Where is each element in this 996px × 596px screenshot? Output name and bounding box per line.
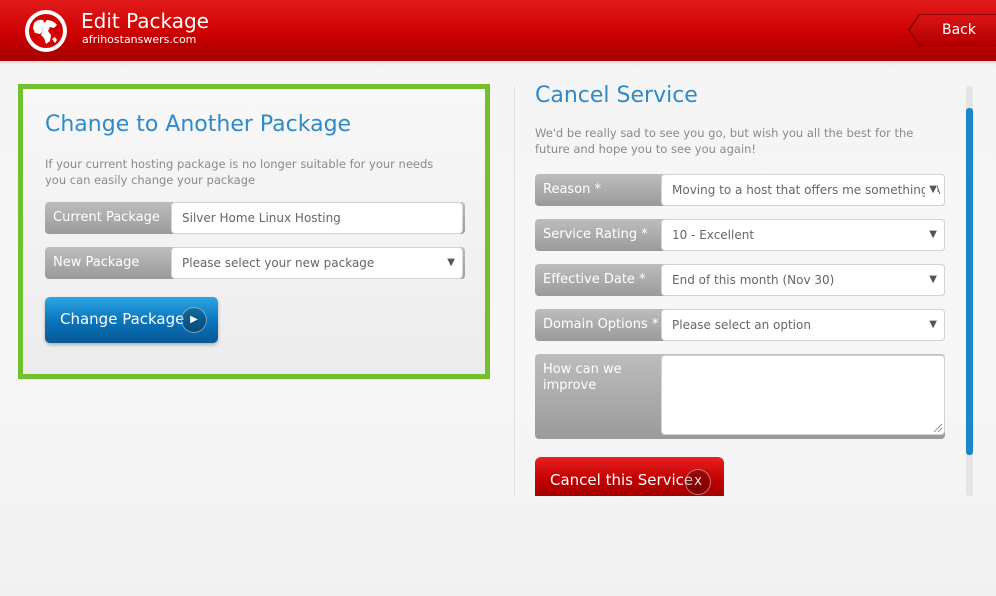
domain-options-label: Domain Options * (543, 317, 659, 332)
reason-row: Reason * Moving to a host that offers me… (535, 174, 945, 206)
header-shadow (0, 61, 996, 65)
chevron-down-icon: ▼ (929, 229, 937, 240)
change-package-description: If your current hosting package is no lo… (45, 157, 434, 187)
effective-date-label: Effective Date * (543, 272, 646, 287)
change-package-panel: Change to Another Package If your curren… (18, 84, 490, 379)
effective-date-select[interactable]: End of this month (Nov 30) ▼ (661, 264, 945, 296)
scrollbar-thumb[interactable] (966, 108, 973, 455)
domain-options-value: Please select an option (672, 318, 811, 332)
globe-icon (25, 10, 67, 52)
cancel-service-description: We'd be really sad to see you go, but wi… (535, 126, 914, 156)
cancel-service-button-label: Cancel this Service (550, 471, 694, 489)
effective-date-row: Effective Date * End of this month (Nov … (535, 264, 945, 296)
chevron-down-icon: ▼ (929, 319, 937, 330)
new-package-placeholder: Please select your new package (182, 256, 375, 270)
page-title: Edit Package (81, 9, 209, 33)
service-rating-row: Service Rating * 10 - Excellent ▼ (535, 219, 945, 251)
current-package-row: Current Package Silver Home Linux Hostin… (45, 202, 465, 234)
change-package-button[interactable]: Change Package ▶ (45, 297, 218, 343)
reason-label: Reason * (543, 182, 602, 197)
close-icon: X (685, 469, 711, 495)
current-package-label: Current Package (53, 210, 160, 225)
panel-divider (514, 86, 515, 496)
cancel-service-button[interactable]: Cancel this Service X (535, 457, 724, 496)
resize-grip-icon[interactable] (934, 424, 942, 432)
chevron-down-icon: ▼ (925, 175, 937, 205)
service-rating-select[interactable]: 10 - Excellent ▼ (661, 219, 945, 251)
play-circle-icon: ▶ (181, 307, 207, 333)
change-package-title: Change to Another Package (45, 112, 352, 137)
reason-value: Moving to a host that offers me somethin… (672, 183, 941, 197)
domain-options-select[interactable]: Please select an option ▼ (661, 309, 945, 341)
new-package-row: New Package Please select your new packa… (45, 247, 465, 279)
domain-options-row: Domain Options * Please select an option… (535, 309, 945, 341)
site-subtitle: afrihostanswers.com (82, 33, 197, 46)
service-rating-value: 10 - Excellent (672, 228, 755, 242)
app-header: Edit Package afrihostanswers.com Back (0, 0, 996, 61)
reason-select[interactable]: Moving to a host that offers me somethin… (661, 174, 945, 206)
new-package-select[interactable]: Please select your new package ▼ (171, 247, 463, 279)
effective-date-value: End of this month (Nov 30) (672, 273, 835, 287)
improve-row: How can we improve (535, 354, 945, 439)
back-button[interactable]: Back (910, 15, 996, 45)
current-package-field[interactable]: Silver Home Linux Hosting (171, 202, 463, 234)
change-package-button-label: Change Package (60, 310, 185, 328)
improve-textarea[interactable] (661, 355, 945, 435)
improve-label: How can we improve (543, 362, 622, 393)
new-package-label: New Package (53, 255, 140, 270)
cancel-service-title: Cancel Service (535, 83, 698, 108)
chevron-down-icon: ▼ (929, 274, 937, 285)
chevron-down-icon: ▼ (447, 257, 455, 268)
service-rating-label: Service Rating * (543, 227, 648, 242)
